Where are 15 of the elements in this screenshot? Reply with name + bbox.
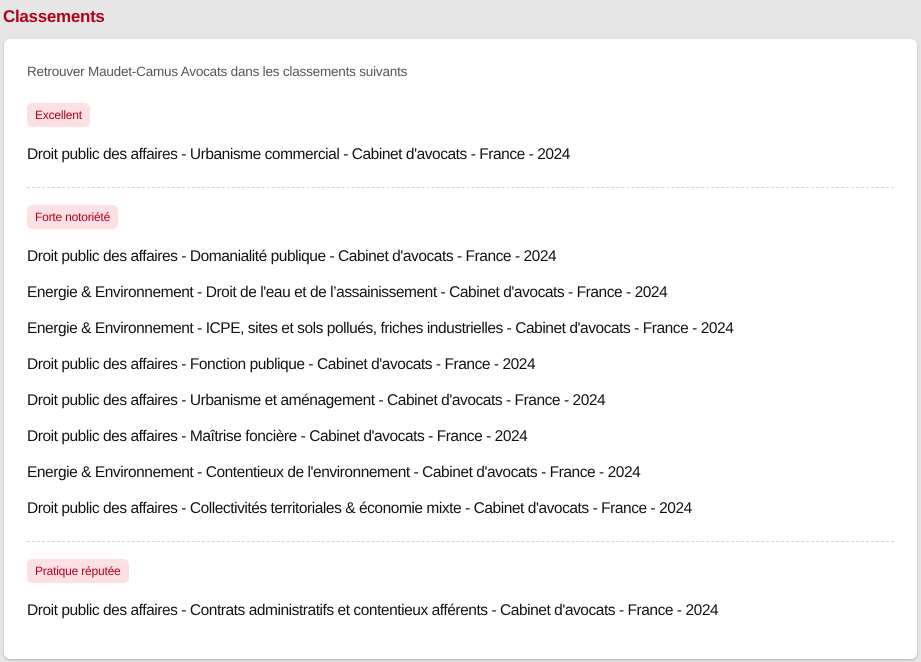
ranking-badge: Forte notoriété — [27, 205, 118, 229]
ranking-entry: Droit public des affaires - Contrats administratifs et contentieux afférents - Cabinet d'avocats - France - 2024 — [27, 601, 718, 621]
ranking-badge: Excellent — [27, 103, 90, 127]
ranking-entry: Droit public des affaires - Maîtrise foncière - Cabinet d'avocats - France - 2024 — [27, 427, 528, 447]
ranking-entry: Energie & Environnement - Contentieux de l'environnement - Cabinet d'avocats - France - 2024 — [27, 463, 640, 483]
ranking-entry: Droit public des affaires - Urbanisme commercial - Cabinet d'avocats - France - 2024 — [27, 145, 570, 165]
ranking-badge: Pratique réputée — [27, 559, 129, 583]
ranking-entry: Droit public des affaires - Fonction publique - Cabinet d'avocats - France - 2024 — [27, 355, 536, 375]
section-title: Classements — [3, 6, 106, 28]
ranking-entry: Energie & Environnement - ICPE, sites et sols pollués, friches industrielles - Cabinet d'avocats - France - 2024 — [27, 319, 734, 339]
ranking-entry: Droit public des affaires - Domanialité publique - Cabinet d'avocats - France - 2024 — [27, 247, 556, 267]
ranking-entry: Energie & Environnement - Droit de l'eau et de l’assainissement - Cabinet d'avocats - France - 2024 — [27, 283, 668, 303]
intro-text: Retrouver Maudet-Camus Avocats dans les classements suivants — [27, 63, 408, 81]
ranking-entry: Droit public des affaires - Urbanisme et aménagement - Cabinet d'avocats - France - 2024 — [27, 391, 606, 411]
ranking-entry: Droit public des affaires - Collectivités territoriales & économie mixte - Cabinet d'avocats - France - 2024 — [27, 499, 692, 519]
